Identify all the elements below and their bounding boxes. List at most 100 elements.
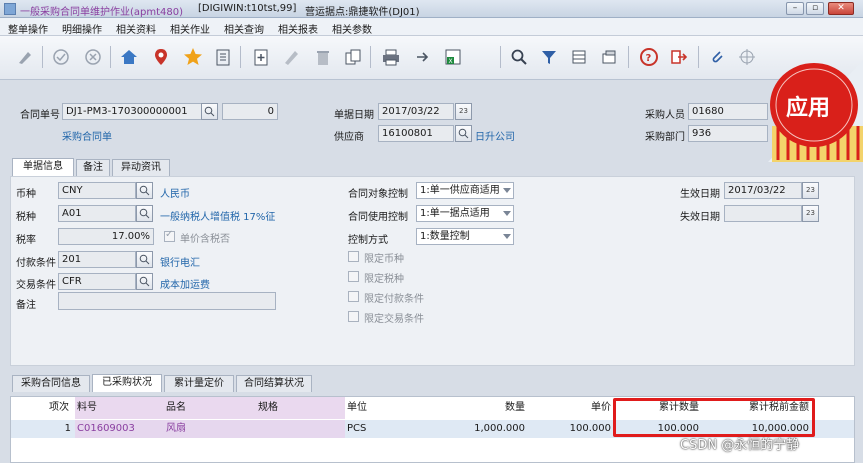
ctrl-mode-select[interactable]: 1:数量控制 xyxy=(416,228,514,245)
menu-item-related-params[interactable]: 相关参数 xyxy=(332,21,372,36)
col-header-spec[interactable]: 规格 xyxy=(258,397,318,419)
home-icon[interactable] xyxy=(118,46,140,68)
buyer-label: 采购人员 xyxy=(645,110,685,121)
highlight-box xyxy=(613,398,815,437)
chevron-down-icon xyxy=(503,188,511,193)
tax-name-link[interactable]: 一般纳税人增值税 17%征 xyxy=(160,208,275,223)
currency-name-link[interactable]: 人民币 xyxy=(160,185,190,200)
modify-icon[interactable] xyxy=(280,46,302,68)
currency-search-icon[interactable] xyxy=(136,182,153,199)
tab-purchased-status[interactable]: 已采购状况 xyxy=(92,374,162,392)
supplier-name-link[interactable]: 日升公司 xyxy=(475,128,515,143)
limit-payment-checkbox[interactable] xyxy=(348,291,359,302)
use-ctrl-label: 合同使用控制 xyxy=(348,212,408,223)
tax-search-icon[interactable] xyxy=(136,205,153,222)
contract-no-label: 合同单号 xyxy=(20,110,60,121)
supplier-search-icon[interactable] xyxy=(455,125,472,142)
buyer-field[interactable]: 01680 xyxy=(688,103,768,120)
exit-icon[interactable] xyxy=(668,46,690,68)
target-ctrl-select[interactable]: 1:单一供应商适用 xyxy=(416,182,514,199)
filter-icon[interactable] xyxy=(538,46,560,68)
columns-icon[interactable] xyxy=(568,46,590,68)
payment-search-icon[interactable] xyxy=(136,251,153,268)
confirm-icon[interactable] xyxy=(50,46,72,68)
watermark: CSDN @永恒的宁静 xyxy=(680,438,800,453)
price-incl-tax-checkbox[interactable] xyxy=(164,229,175,242)
tax-field[interactable]: A01 xyxy=(58,205,136,222)
limit-payment-label: 限定付款条件 xyxy=(364,294,424,305)
currency-field[interactable]: CNY xyxy=(58,182,136,199)
crosshair-icon[interactable] xyxy=(736,46,758,68)
remark-field[interactable] xyxy=(58,292,276,310)
col-header-name[interactable]: 品名 xyxy=(166,397,226,419)
target-ctrl-value: 1:单一供应商适用 xyxy=(420,185,500,196)
cell-price: 100.000 xyxy=(569,423,611,434)
export-icon[interactable] xyxy=(412,46,434,68)
print-icon[interactable] xyxy=(380,46,402,68)
menu-item-detail-ops[interactable]: 明细操作 xyxy=(62,21,102,36)
list-icon[interactable] xyxy=(212,46,234,68)
rate-field[interactable]: 17.00% xyxy=(58,228,154,245)
location-icon[interactable] xyxy=(150,46,172,68)
tab-remark[interactable]: 备注 xyxy=(76,159,110,176)
maximize-button[interactable]: ▫ xyxy=(806,2,824,15)
contract-type-link[interactable]: 采购合同单 xyxy=(62,128,112,143)
tab-change-info[interactable]: 异动资讯 xyxy=(112,159,170,176)
contract-no-field[interactable]: DJ1-PM3-170300000001 xyxy=(62,103,202,120)
limit-trade-label: 限定交易条件 xyxy=(364,314,424,325)
col-header-price[interactable]: 单价 xyxy=(531,397,611,419)
minimize-button[interactable]: – xyxy=(786,2,804,15)
copy-icon[interactable] xyxy=(342,46,364,68)
menu-item-related-query[interactable]: 相关查询 xyxy=(224,21,264,36)
contract-no-search-icon[interactable] xyxy=(201,103,218,120)
tab-doc-info[interactable]: 单据信息 xyxy=(12,158,74,176)
use-ctrl-select[interactable]: 1:单一据点适用 xyxy=(416,205,514,222)
excel-icon[interactable]: X xyxy=(442,46,464,68)
delete-icon[interactable] xyxy=(312,46,334,68)
payment-name-link[interactable]: 银行电汇 xyxy=(160,254,200,269)
dept-field[interactable]: 936 xyxy=(688,125,768,142)
menu-item-related-data[interactable]: 相关资料 xyxy=(116,21,156,36)
new-icon[interactable] xyxy=(250,46,272,68)
limit-tax-checkbox[interactable] xyxy=(348,271,359,282)
clip-icon[interactable] xyxy=(706,46,728,68)
trade-search-icon[interactable] xyxy=(136,273,153,290)
trade-label: 交易条件 xyxy=(16,280,56,291)
col-header-unit[interactable]: 单位 xyxy=(347,397,387,419)
limit-currency-checkbox[interactable] xyxy=(348,251,359,262)
favorite-icon[interactable] xyxy=(182,46,204,68)
doc-date-field[interactable]: 2017/03/22 xyxy=(378,103,454,120)
tab-settlement-status[interactable]: 合同结算状况 xyxy=(236,375,312,392)
tab-cumulative-pricing[interactable]: 累计量定价 xyxy=(164,375,234,392)
trade-name-link[interactable]: 成本加运费 xyxy=(160,276,210,291)
supplier-field[interactable]: 16100801 xyxy=(378,125,454,142)
layout-icon[interactable] xyxy=(598,46,620,68)
contract-seq-field[interactable]: 0 xyxy=(222,103,278,120)
exp-date-field[interactable] xyxy=(724,205,802,222)
menu-item-doc-ops[interactable]: 整单操作 xyxy=(8,21,48,36)
trade-field[interactable]: CFR xyxy=(58,273,136,290)
remark-label: 备注 xyxy=(16,300,36,311)
edit-icon[interactable] xyxy=(14,46,36,68)
help-icon[interactable]: ? xyxy=(638,46,660,68)
limit-trade-checkbox[interactable] xyxy=(348,311,359,322)
menu-item-related-reports[interactable]: 相关报表 xyxy=(278,21,318,36)
cancel-icon[interactable] xyxy=(82,46,104,68)
stamp-text: 应用 xyxy=(786,96,831,121)
doc-date-calendar-icon[interactable]: 23 xyxy=(455,103,472,120)
exp-date-calendar-icon[interactable]: 23 xyxy=(802,205,819,222)
svg-text:X: X xyxy=(449,58,453,65)
eff-date-field[interactable]: 2017/03/22 xyxy=(724,182,802,199)
close-button[interactable]: ✕ xyxy=(828,2,854,15)
use-ctrl-value: 1:单一据点适用 xyxy=(420,208,490,219)
tab-contract-info[interactable]: 采购合同信息 xyxy=(12,375,90,392)
chevron-down-icon xyxy=(503,234,511,239)
menu-item-related-jobs[interactable]: 相关作业 xyxy=(170,21,210,36)
apply-stamp: 应用 xyxy=(768,60,863,162)
eff-date-label: 生效日期 xyxy=(680,189,720,200)
query-icon[interactable] xyxy=(508,46,530,68)
cell-seq: 1 xyxy=(64,423,71,434)
eff-date-calendar-icon[interactable]: 23 xyxy=(802,182,819,199)
col-header-qty[interactable]: 数量 xyxy=(451,397,525,419)
payment-field[interactable]: 201 xyxy=(58,251,136,268)
